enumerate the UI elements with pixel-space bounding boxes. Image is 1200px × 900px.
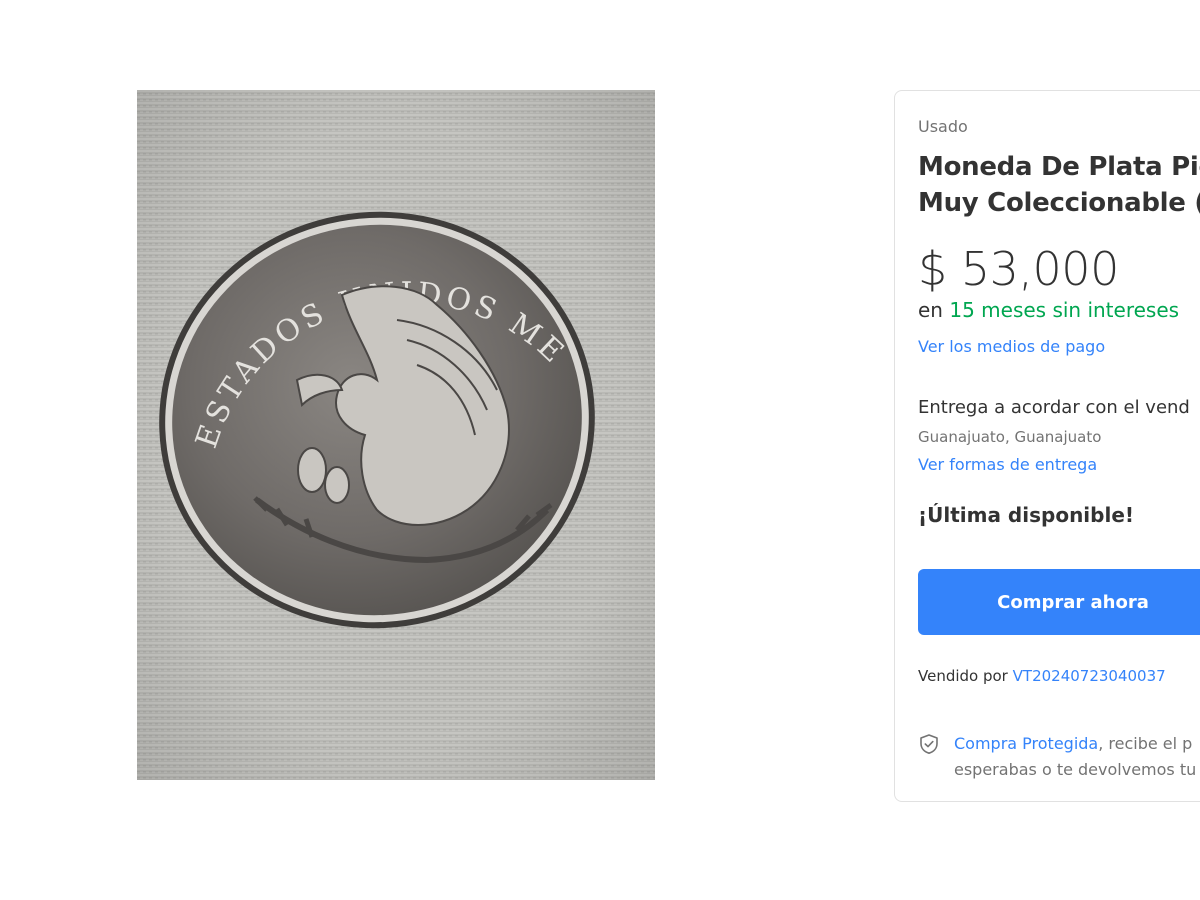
coin-photo: ESTADOS UNIDOS MEXICANOS: [137, 90, 655, 780]
protection-text: Compra Protegida, recibe el p esperabas …: [954, 731, 1196, 783]
product-title: Moneda De Plata Pie Muy Coleccionable (U: [918, 149, 1200, 221]
installments-highlight: 15 meses sin intereses: [949, 298, 1180, 322]
delivery-options-link[interactable]: Ver formas de entrega: [918, 455, 1097, 474]
item-condition: Usado: [918, 117, 968, 136]
stock-status: ¡Última disponible!: [918, 503, 1135, 527]
product-title-line-1: Moneda De Plata Pie: [918, 152, 1200, 182]
delivery-info: Entrega a acordar con el vend: [918, 397, 1190, 418]
shield-check-icon: [918, 733, 940, 755]
protected-purchase-link[interactable]: Compra Protegida: [954, 734, 1098, 753]
seller-name-link[interactable]: VT20240723040037: [1013, 667, 1166, 685]
protection-text-line-1: , recibe el p: [1098, 734, 1193, 753]
seller-location: Guanajuato, Guanajuato: [918, 428, 1102, 446]
protection-text-line-2: esperabas o te devolvemos tu: [954, 760, 1197, 779]
seller-info: Vendido por VT20240723040037: [918, 667, 1166, 685]
seller-prefix: Vendido por: [918, 667, 1008, 685]
product-price: $ 53,000: [918, 242, 1119, 296]
product-image[interactable]: ESTADOS UNIDOS MEXICANOS: [137, 90, 655, 780]
buy-now-label: Comprar ahora: [997, 591, 1149, 613]
buy-now-button[interactable]: Comprar ahora: [918, 569, 1200, 635]
product-page: ESTADOS UNIDOS MEXICANOS Usado Moneda De…: [0, 0, 1200, 900]
buy-box: Usado Moneda De Plata Pie Muy Colecciona…: [894, 90, 1200, 802]
installments-prefix: en: [918, 298, 943, 322]
installments-info: en 15 meses sin intereses: [918, 298, 1179, 322]
payment-methods-link[interactable]: Ver los medios de pago: [918, 337, 1105, 356]
product-title-line-2: Muy Coleccionable (U: [918, 188, 1200, 218]
